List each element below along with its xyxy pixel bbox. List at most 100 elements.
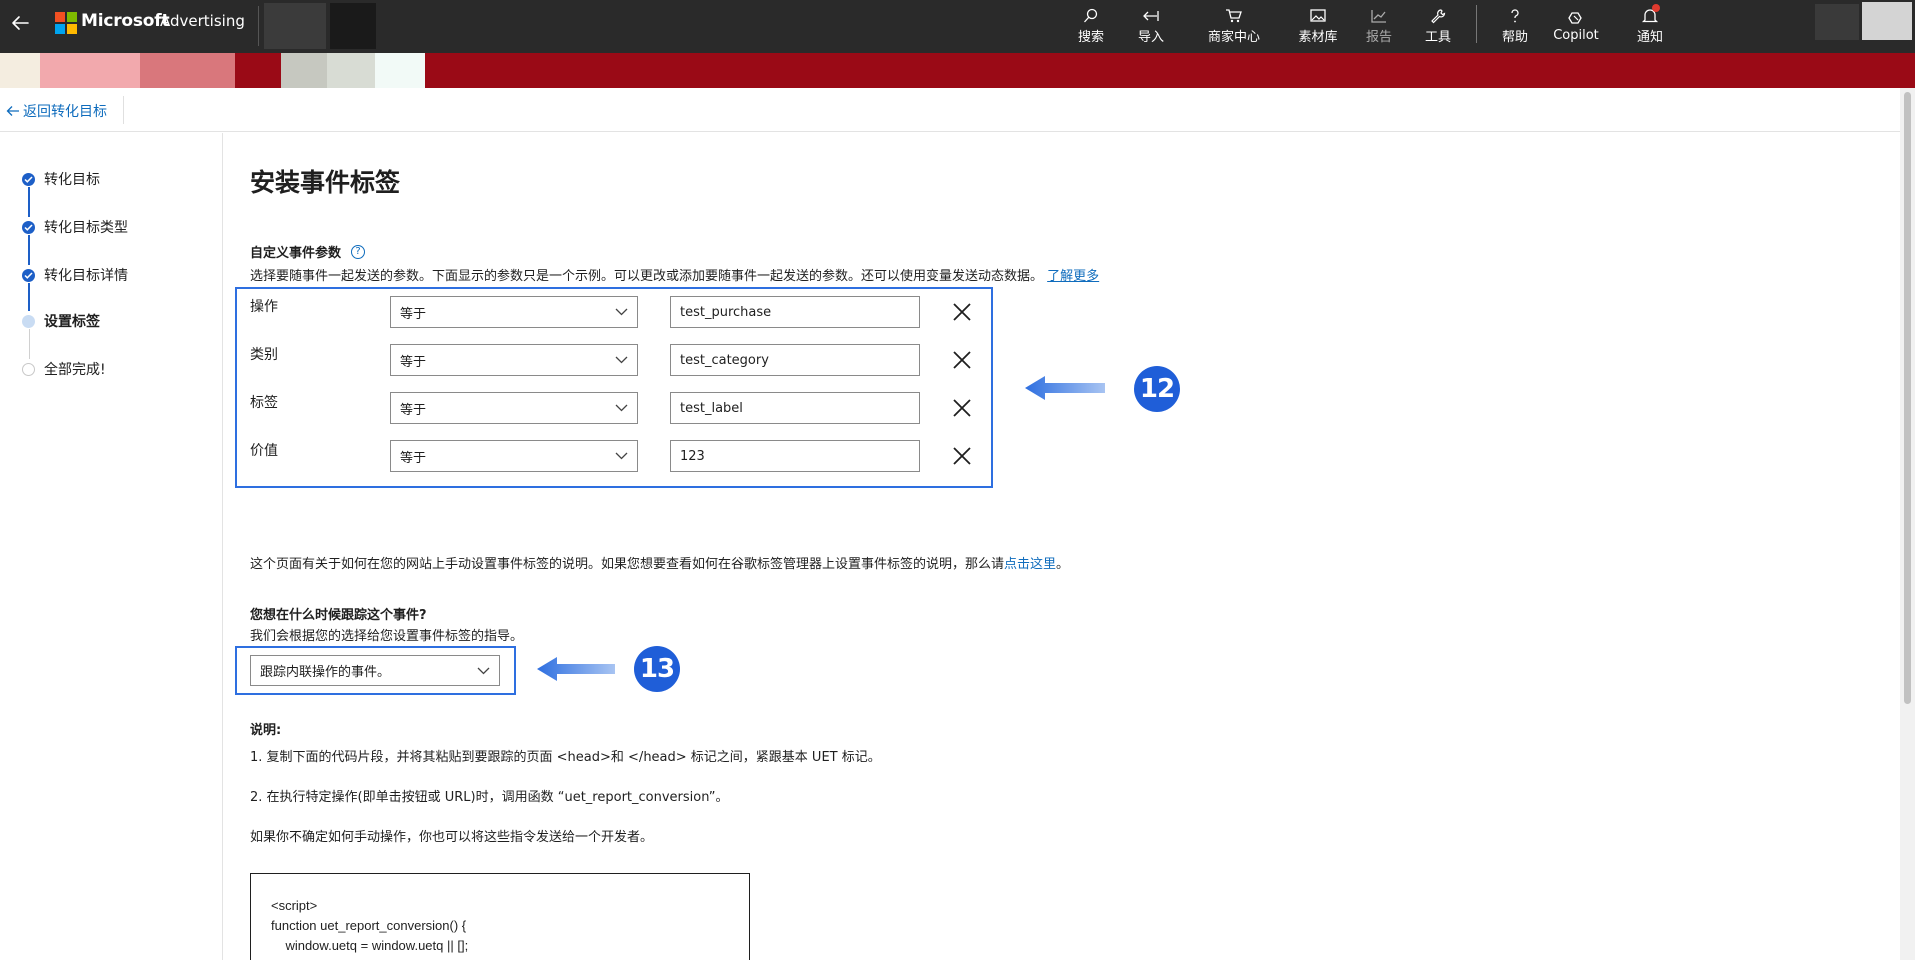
operator-value: 等于 <box>400 354 427 370</box>
track-question-label: 您想在什么时候跟踪这个事件? <box>250 608 427 623</box>
search-icon <box>1084 8 1098 23</box>
back-to-conversion-goals-link[interactable]: 返回转化目标 <box>6 101 107 121</box>
instruction-step-2: 2. 在执行特定操作(即单击按钮或 URL)时，调用函数 “uet_report… <box>250 790 729 805</box>
param-value-input[interactable]: test_purchase <box>670 296 920 328</box>
step-label: 转化目标类型 <box>44 220 128 236</box>
nav-asset-library[interactable]: 素材库 <box>1296 0 1340 53</box>
nav-copilot[interactable]: Copilot <box>1550 0 1602 53</box>
breadcrumb-divider <box>123 96 124 124</box>
chevron-down-icon <box>615 308 628 316</box>
wizard-stepper: 转化目标 转化目标类型 转化目标详情 设置标签 全部完成! <box>0 133 223 960</box>
stepper-connector <box>28 329 30 359</box>
custom-params-desc-text: 选择要随事件一起发送的参数。下面显示的参数只是一个示例。可以更改或添加要随事件一… <box>250 269 1044 284</box>
microsoft-logo-icon <box>55 12 77 34</box>
nav-divider <box>1476 5 1477 43</box>
copilot-icon <box>1568 12 1582 24</box>
nav-notifications-label: 通知 <box>1636 30 1663 45</box>
user-info-blurred[interactable] <box>1815 4 1859 40</box>
step-all-done: 全部完成! <box>22 359 106 379</box>
step-goal-type[interactable]: 转化目标类型 <box>22 217 128 237</box>
chevron-down-icon <box>615 404 628 412</box>
step-conversion-goal[interactable]: 转化目标 <box>22 169 100 189</box>
param-value-input[interactable]: test_category <box>670 344 920 376</box>
remove-param-close-icon[interactable] <box>950 396 974 420</box>
param-name: 价值 <box>250 443 278 459</box>
track-event-value: 跟踪内联操作的事件。 <box>260 665 391 680</box>
brand-microsoft: Microsoft <box>81 11 170 31</box>
check-icon <box>22 268 35 282</box>
avatar[interactable] <box>1862 2 1912 40</box>
step-label: 转化目标详情 <box>44 268 128 284</box>
annotation-badge-13: 13 <box>634 646 680 692</box>
stepper-connector <box>28 235 30 265</box>
gtm-note-text: 这个页面有关于如何在您的网站上手动设置事件标签的说明。如果您想要查看如何在谷歌标… <box>250 557 1005 572</box>
check-icon <box>22 220 35 234</box>
param-value-text: test_category <box>680 352 769 368</box>
step-goal-details[interactable]: 转化目标详情 <box>22 265 128 285</box>
account-selector-blurred[interactable] <box>264 3 326 49</box>
instruction-step-1: 1. 复制下面的代码片段，并将其粘贴到要跟踪的页面 <head>和 </head… <box>250 750 881 765</box>
brand-advertising: Advertising <box>160 12 245 30</box>
step-setup-tag[interactable]: 设置标签 <box>22 311 100 331</box>
arrow-left-icon <box>6 106 19 116</box>
help-icon <box>1511 9 1519 23</box>
nav-import[interactable]: 导入 <box>1137 0 1165 53</box>
wrench-icon <box>1431 9 1446 24</box>
param-value-text: test_label <box>680 400 743 416</box>
gtm-click-here-link[interactable]: 点击这里 <box>1004 557 1056 572</box>
track-event-dropdown[interactable]: 跟踪内联操作的事件。 <box>250 655 500 686</box>
param-row-label: 标签 等于 test_label <box>250 392 1010 424</box>
track-question-hint: 我们会根据您的选择给您设置事件标签的指导。 <box>250 629 524 644</box>
learn-more-link[interactable]: 了解更多 <box>1047 269 1099 284</box>
remove-param-close-icon[interactable] <box>950 300 974 324</box>
code-line: <script> <box>271 898 318 913</box>
nav-asset-library-label: 素材库 <box>1298 30 1338 45</box>
param-name: 类别 <box>250 347 278 363</box>
nav-search[interactable]: 搜索 <box>1077 0 1105 53</box>
remove-param-close-icon[interactable] <box>950 348 974 372</box>
chart-icon <box>1371 10 1386 23</box>
annotation-arrow-left-icon <box>1025 376 1105 400</box>
operator-dropdown[interactable]: 等于 <box>390 344 638 376</box>
import-icon <box>1143 11 1159 21</box>
page-title: 安装事件标签 <box>250 168 401 197</box>
question-circle-icon[interactable]: ? <box>351 244 366 259</box>
param-name: 操作 <box>250 299 278 315</box>
gtm-note: 这个页面有关于如何在您的网站上手动设置事件标签的说明。如果您想要查看如何在谷歌标… <box>250 553 1069 572</box>
nav-import-label: 导入 <box>1137 30 1164 45</box>
cart-icon <box>1226 9 1242 23</box>
top-bar: Microsoft Advertising 搜索 导入 商家中心 素材库 报告 … <box>0 0 1915 53</box>
gtm-note-suffix: 。 <box>1056 557 1070 572</box>
param-value-input[interactable]: 123 <box>670 440 920 472</box>
operator-dropdown[interactable]: 等于 <box>390 392 638 424</box>
chevron-down-icon <box>615 356 628 364</box>
current-step-icon <box>22 314 35 328</box>
nav-merchant-center[interactable]: 商家中心 <box>1205 0 1263 53</box>
step-label: 全部完成! <box>44 362 106 378</box>
stepper-connector <box>28 187 30 217</box>
nav-tools[interactable]: 工具 <box>1424 0 1452 53</box>
code-line: function uet_report_conversion() { <box>271 918 467 933</box>
breadcrumb: 返回转化目标 <box>0 88 1900 132</box>
nav-reports[interactable]: 报告 <box>1364 0 1394 53</box>
remove-param-close-icon[interactable] <box>950 444 974 468</box>
param-row-action: 操作 等于 test_purchase <box>250 296 1010 328</box>
step-label: 转化目标 <box>44 172 100 188</box>
param-value-input[interactable]: test_label <box>670 392 920 424</box>
operator-value: 等于 <box>400 450 427 466</box>
annotation-arrow-left-icon <box>537 657 615 681</box>
brand-divider <box>258 6 259 46</box>
instructions-label: 说明: <box>250 723 282 738</box>
nav-copilot-label: Copilot <box>1553 28 1599 43</box>
code-snippet-box[interactable]: <script> function uet_report_conversion()… <box>250 873 750 960</box>
nav-help[interactable]: 帮助 <box>1501 0 1529 53</box>
account-selector-blurred-2[interactable] <box>330 3 376 49</box>
operator-dropdown[interactable]: 等于 <box>390 440 638 472</box>
back-arrow-icon[interactable] <box>8 11 32 35</box>
image-library-icon <box>1310 9 1326 22</box>
scrollbar-thumb[interactable] <box>1904 92 1911 704</box>
check-icon <box>22 172 35 186</box>
back-link-label: 返回转化目标 <box>23 104 107 120</box>
operator-dropdown[interactable]: 等于 <box>390 296 638 328</box>
nav-search-label: 搜索 <box>1077 30 1104 45</box>
